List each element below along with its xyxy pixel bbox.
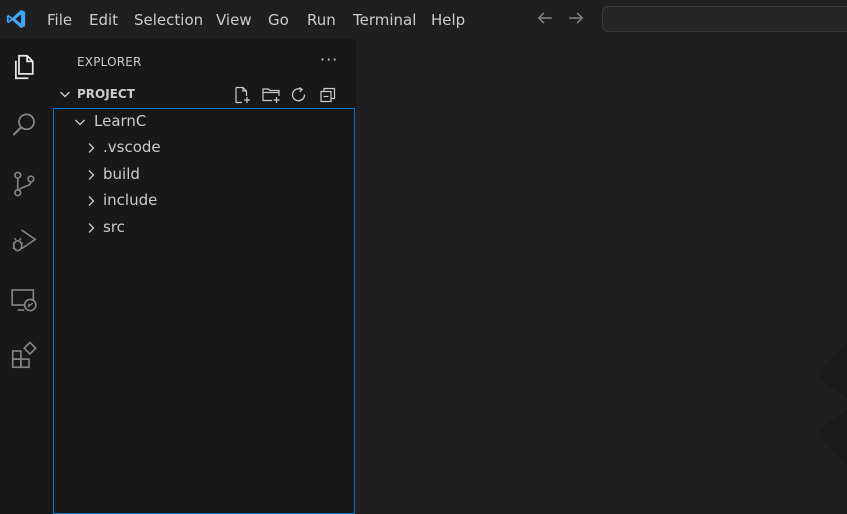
chevron-down-icon (60, 91, 70, 98)
tree-item-label: build (103, 165, 140, 183)
menu-view[interactable]: View (216, 10, 252, 30)
menu-edit[interactable]: Edit (89, 10, 118, 30)
menu-file[interactable]: File (47, 10, 72, 30)
tree-item-include[interactable]: include (54, 188, 354, 214)
chevron-right-icon (88, 170, 95, 180)
tree-item-label: .vscode (103, 138, 161, 156)
activity-bar (0, 39, 48, 514)
search-icon[interactable] (0, 101, 48, 149)
tree-item-learnc[interactable]: LearnC (54, 109, 354, 135)
extensions-icon[interactable] (0, 332, 48, 380)
chevron-down-icon (75, 119, 85, 126)
vscode-watermark-logo (819, 341, 847, 467)
title-bar: File Edit Selection View Go Run Terminal… (0, 0, 847, 39)
remote-explorer-icon[interactable] (0, 276, 48, 324)
tree-item-label: include (103, 191, 158, 209)
run-debug-icon[interactable] (0, 216, 48, 264)
project-section-header[interactable]: PROJECT (48, 84, 356, 106)
tree-item-src[interactable]: src (54, 215, 354, 241)
arrow-right-icon[interactable] (567, 9, 585, 27)
editor-area[interactable] (356, 39, 847, 514)
tree-item-build[interactable]: build (54, 162, 354, 188)
explorer-sidebar: EXPLORER ··· PROJECT LearnC .vscode buil… (48, 39, 356, 514)
new-file-icon[interactable] (232, 85, 252, 105)
command-center[interactable] (602, 6, 847, 32)
chevron-right-icon (88, 196, 95, 206)
menu-help[interactable]: Help (431, 10, 465, 30)
menu-run[interactable]: Run (307, 10, 336, 30)
source-control-icon[interactable] (0, 160, 48, 208)
file-tree: LearnC .vscode build include src (53, 108, 355, 514)
chevron-right-icon (88, 223, 95, 233)
menu-go[interactable]: Go (268, 10, 289, 30)
collapse-all-icon[interactable] (318, 85, 338, 105)
chevron-right-icon (88, 143, 95, 153)
tree-item-vscode[interactable]: .vscode (54, 135, 354, 161)
menu-selection[interactable]: Selection (134, 10, 203, 30)
tree-item-label: LearnC (94, 112, 147, 130)
more-actions-icon[interactable]: ··· (320, 50, 338, 69)
vscode-logo[interactable] (5, 8, 27, 30)
tree-item-label: src (103, 218, 125, 236)
section-title: PROJECT (77, 87, 135, 101)
sidebar-title: EXPLORER (77, 55, 142, 69)
new-folder-icon[interactable] (261, 85, 281, 105)
arrow-left-icon[interactable] (536, 9, 554, 27)
refresh-icon[interactable] (289, 85, 309, 105)
menu-terminal[interactable]: Terminal (353, 10, 416, 30)
explorer-icon[interactable] (0, 43, 48, 91)
